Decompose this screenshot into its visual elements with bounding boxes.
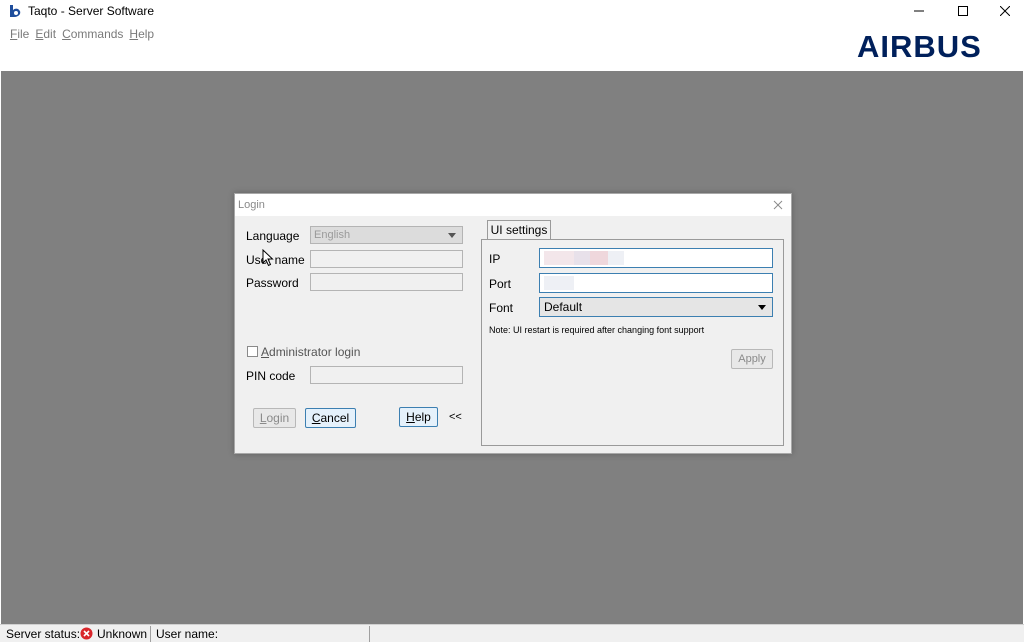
help-button[interactable]: Help xyxy=(399,407,438,427)
menu-bar: File Edit Commands Help xyxy=(10,27,154,43)
password-input[interactable] xyxy=(310,273,463,291)
close-window-button[interactable] xyxy=(982,0,1024,22)
password-label: Password xyxy=(246,276,299,290)
server-status-value: Unknown xyxy=(97,627,148,641)
apply-button[interactable]: Apply xyxy=(731,349,773,369)
dialog-close-icon[interactable] xyxy=(771,198,785,212)
port-input[interactable] xyxy=(539,273,773,293)
pin-code-label: PIN code xyxy=(246,369,296,383)
login-button[interactable]: Login xyxy=(253,408,296,428)
server-status-label: Server status: xyxy=(6,627,81,641)
language-select[interactable]: English xyxy=(310,226,463,244)
status-separator xyxy=(150,626,151,642)
username-label: User name xyxy=(246,253,305,267)
font-select[interactable]: Default xyxy=(539,297,773,317)
mouse-cursor-icon xyxy=(262,249,274,267)
pin-code-input[interactable] xyxy=(310,366,463,384)
ip-label: IP xyxy=(489,252,501,266)
font-value: Default xyxy=(544,300,583,314)
airbus-logo: AIRBUS xyxy=(857,29,982,64)
error-icon xyxy=(80,627,93,640)
collapse-settings-link[interactable]: << xyxy=(449,411,462,423)
maximize-icon xyxy=(958,6,968,16)
chevron-down-icon xyxy=(448,233,456,238)
language-label: Language xyxy=(246,229,300,243)
menu-help[interactable]: Help xyxy=(129,27,154,43)
close-icon xyxy=(1000,6,1010,16)
language-value: English xyxy=(314,229,351,241)
ip-input[interactable] xyxy=(539,248,773,268)
dialog-title-bar: Login xyxy=(235,194,791,216)
status-separator xyxy=(369,626,370,642)
minimize-icon xyxy=(914,10,924,12)
minimize-button[interactable] xyxy=(896,0,942,22)
menu-edit[interactable]: Edit xyxy=(35,27,56,43)
admin-login-checkbox[interactable] xyxy=(247,346,258,357)
user-name-label: User name: xyxy=(156,627,219,641)
menu-commands[interactable]: Commands xyxy=(62,27,123,43)
cancel-button[interactable]: Cancel xyxy=(305,408,356,428)
login-dialog: Login Language English User name Passwor… xyxy=(234,193,792,454)
username-input[interactable] xyxy=(310,250,463,268)
status-bar: Server status: Unknown User name: xyxy=(0,624,1024,642)
window-title: Taqto - Server Software xyxy=(28,4,155,18)
tab-ui-settings[interactable]: UI settings xyxy=(487,220,551,239)
ui-settings-panel: IP Port Font Default Note: UI restart is… xyxy=(481,239,784,446)
port-label: Port xyxy=(489,277,512,291)
app-icon xyxy=(10,5,21,17)
admin-login-label[interactable]: Administrator login xyxy=(261,345,360,359)
chevron-down-icon xyxy=(758,305,766,310)
title-bar: Taqto - Server Software xyxy=(0,0,1024,22)
maximize-button[interactable] xyxy=(940,0,986,22)
font-restart-note: Note: UI restart is required after chang… xyxy=(489,325,705,335)
dialog-title: Login xyxy=(238,199,265,211)
font-label: Font xyxy=(489,301,514,315)
menu-file[interactable]: File xyxy=(10,27,29,43)
